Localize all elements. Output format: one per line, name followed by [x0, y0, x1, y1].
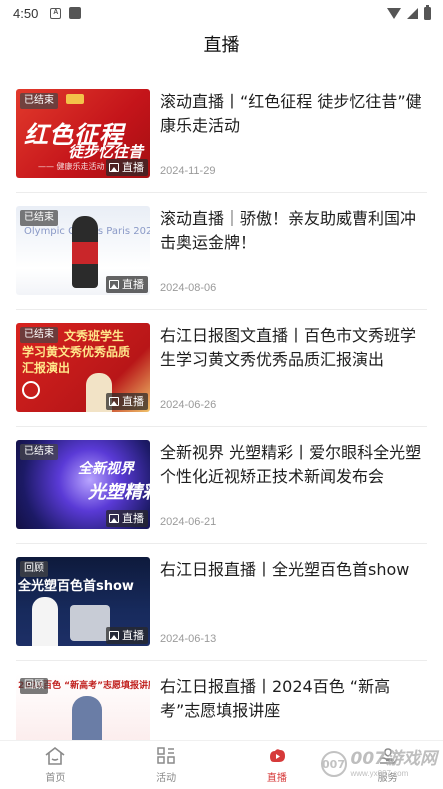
item-date: 2024-11-29 [160, 165, 216, 177]
item-title[interactable]: 右江日报图文直播丨百色市文秀班学生学习黄文秀优秀品质汇报演出 [160, 324, 427, 372]
page-title: 直播 [203, 35, 240, 56]
notification-square-icon [69, 7, 82, 19]
art-main: 文秀班学生 [64, 329, 125, 343]
status-badge: 回顾 [20, 678, 48, 694]
live-tag: 直播 [106, 510, 148, 527]
logo-mark [66, 94, 84, 104]
art-line: —— 健康乐走活动 [38, 162, 105, 171]
status-bar: 4:50 A [0, 0, 443, 26]
item-title[interactable]: 右江日报直播丨2024百色 “新高考”志愿填报讲座 [160, 675, 427, 723]
home-icon [44, 746, 66, 766]
live-icon [266, 746, 288, 766]
item-date: 2024-08-06 [160, 282, 217, 294]
item-title[interactable]: 滚动直播丨“红色征程 徒步忆往昔”健康乐走活动 [160, 90, 427, 138]
image-icon [109, 514, 119, 523]
play-circle-icon [22, 381, 40, 399]
wifi-icon [387, 7, 401, 19]
watermark-text: 007游戏网 www.yx007.com [350, 748, 438, 778]
tab-label: 直播 [266, 773, 287, 784]
watermark-big: 007游戏网 [350, 748, 438, 769]
image-icon [109, 397, 119, 406]
list-item[interactable]: 全光塑百色首show 回顾 直播 右江日报直播丨全光塑百色首show 2024-… [16, 544, 427, 661]
thumbnail[interactable]: 2024百色 “新高考”志愿填报讲座 回顾 [16, 674, 150, 740]
status-badge: 已结束 [20, 210, 58, 226]
list-item[interactable]: 红色征程 徒步忆往昔 —— 健康乐走活动 已结束 直播 滚动直播丨“红色征程 徒… [16, 76, 427, 193]
live-tag-label: 直播 [122, 161, 144, 174]
tab-activity[interactable]: 活动 [111, 741, 222, 789]
battery-icon [424, 4, 431, 20]
live-list[interactable]: 红色征程 徒步忆往昔 —— 健康乐走活动 已结束 直播 滚动直播丨“红色征程 徒… [0, 76, 443, 740]
live-tag: 直播 [106, 159, 148, 176]
thumbnail[interactable]: 全新视界 光塑精彩 已结束 直播 [16, 440, 150, 529]
art-sub: 学习黄文秀优秀品质 [22, 345, 131, 359]
status-right [387, 4, 431, 20]
tab-label: 活动 [156, 773, 177, 784]
notification-a-icon: A [50, 7, 62, 19]
live-tag-label: 直播 [122, 629, 144, 642]
image-icon [109, 163, 119, 172]
live-tag: 直播 [106, 276, 148, 293]
live-tag: 直播 [106, 627, 148, 644]
art-main: 全新视界 [78, 461, 134, 477]
status-badge: 回顾 [20, 561, 48, 577]
list-item[interactable]: 全新视界 光塑精彩 已结束 直播 全新视界 光塑精彩丨爱尔眼科全光塑个性化近视矫… [16, 427, 427, 544]
tab-live[interactable]: 直播 [222, 741, 333, 789]
image-icon [109, 631, 119, 640]
item-date: 2024-06-21 [160, 516, 217, 528]
person-figure [32, 597, 58, 646]
art-main: 全光塑百色首show [18, 579, 134, 594]
thumbnail[interactable]: 文秀班学生 学习黄文秀优秀品质 汇报演出 已结束 直播 [16, 323, 150, 412]
item-title[interactable]: 滚动直播｜骄傲！亲友助威曹利国冲击奥运金牌！ [160, 207, 427, 255]
item-date: 2024-06-13 [160, 633, 217, 645]
watermark: 007 007游戏网 www.yx007.com [320, 742, 438, 786]
watermark-logo-icon: 007 [320, 751, 347, 777]
live-tag-label: 直播 [122, 512, 144, 525]
status-badge: 已结束 [20, 327, 58, 343]
tab-label: 首页 [45, 773, 66, 784]
item-title[interactable]: 全新视界 光塑精彩丨爱尔眼科全光塑个性化近视矫正技术新闻发布会 [160, 441, 427, 489]
athlete-shirt [72, 242, 98, 264]
image-icon [109, 280, 119, 289]
art-sub: 光塑精彩 [88, 482, 150, 503]
status-badge: 已结束 [20, 93, 58, 109]
cellular-icon [407, 7, 418, 19]
person-figure [72, 696, 102, 740]
live-tag: 直播 [106, 393, 148, 410]
watermark-small: www.yx007.com [350, 768, 409, 778]
thumbnail[interactable]: 全光塑百色首show 回顾 直播 [16, 557, 150, 646]
list-item[interactable]: 文秀班学生 学习黄文秀优秀品质 汇报演出 已结束 直播 右江日报图文直播丨百色市… [16, 310, 427, 427]
device-figure [70, 605, 110, 641]
live-tag-label: 直播 [122, 278, 144, 291]
item-date: 2024-06-26 [160, 399, 217, 411]
live-tag-label: 直播 [122, 395, 144, 408]
list-item[interactable]: 2024百色 “新高考”志愿填报讲座 回顾 右江日报直播丨2024百色 “新高考… [16, 661, 427, 740]
list-item[interactable]: Olympic Games Paris 2024 已结束 直播 滚动直播｜骄傲！… [16, 193, 427, 310]
status-time: 4:50 [13, 5, 39, 21]
item-title[interactable]: 右江日报直播丨全光塑百色首show [160, 558, 427, 582]
art-line: 汇报演出 [22, 361, 71, 375]
thumbnail[interactable]: Olympic Games Paris 2024 已结束 直播 [16, 206, 150, 295]
status-badge: 已结束 [20, 444, 58, 460]
thumbnail[interactable]: 红色征程 徒步忆往昔 —— 健康乐走活动 已结束 直播 [16, 89, 150, 178]
activity-icon [155, 746, 177, 766]
tab-home[interactable]: 首页 [0, 741, 111, 789]
